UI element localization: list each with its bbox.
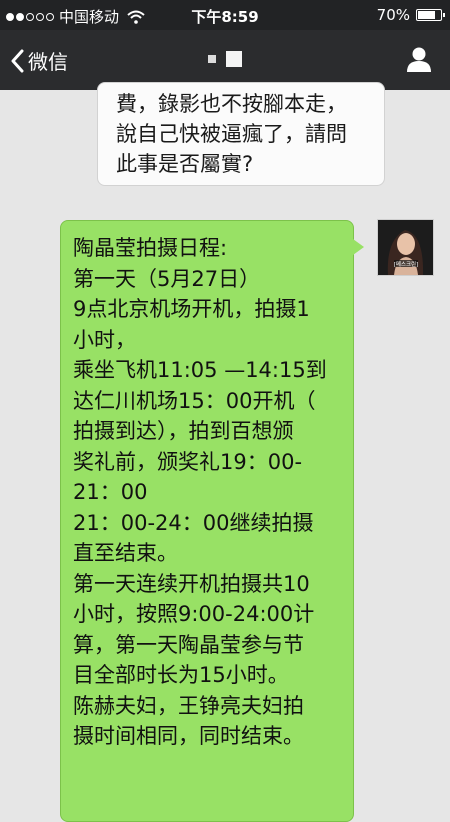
- outgoing-line: 小时，: [73, 327, 136, 352]
- outgoing-line: 达仁川机场15：00开机（: [73, 388, 316, 413]
- incoming-line: 此事是否屬實?: [116, 152, 254, 176]
- redacted-title-mask: [208, 51, 242, 67]
- outgoing-line: 陈赫夫妇，王铮亮夫妇拍: [73, 693, 304, 718]
- status-right: 70%: [376, 6, 445, 24]
- chat-title: [0, 48, 450, 67]
- incoming-message-bubble[interactable]: 費，錄影也不按腳本走， 說自己快被逼瘋了，請問 此事是否屬實?: [97, 82, 385, 186]
- avatar-photo: [메스크린]: [378, 220, 433, 275]
- avatar[interactable]: [메스크린]: [377, 219, 434, 276]
- outgoing-line: 第一天连续开机拍摄共10: [73, 571, 310, 596]
- outgoing-line: 9点北京机场开机，拍摄1: [73, 297, 310, 321]
- outgoing-message-bubble[interactable]: 陶晶莹拍摄日程: 第一天（5月27日） 9点北京机场开机，拍摄1 小时， 乘坐飞…: [60, 220, 364, 822]
- avatar-caption: [메스크린]: [394, 260, 419, 268]
- outgoing-line: 拍摄到达），拍到百想颁: [73, 419, 294, 443]
- outgoing-line: 乘坐飞机11:05 —14:15到: [73, 358, 327, 382]
- battery-icon: [416, 9, 445, 21]
- status-bar: 中国移动 下午8:59 70%: [0, 0, 450, 30]
- outgoing-line: 奖礼前，颁奖礼19：00-: [73, 449, 303, 474]
- outgoing-line: 21：00-24：00继续拍摄: [73, 510, 314, 535]
- outgoing-line: 小时，按照9:00-24:00计: [73, 602, 315, 626]
- outgoing-line: 目全部时长为15小时。: [73, 663, 289, 687]
- outgoing-line: 直至结束。: [73, 541, 178, 565]
- outgoing-line: 21：00: [73, 480, 148, 504]
- outgoing-line: 算，第一天陶晶莹参与节: [73, 632, 304, 657]
- incoming-line: 說自己快被逼瘋了，請問: [116, 122, 347, 146]
- battery-fill: [418, 11, 435, 19]
- outgoing-line: 陶晶莹拍摄日程:: [73, 236, 228, 260]
- nav-bar: 微信: [0, 30, 450, 90]
- incoming-line: 費，錄影也不按腳本走，: [116, 92, 347, 116]
- profile-icon[interactable]: [406, 46, 432, 72]
- chat-area[interactable]: 費，錄影也不按腳本走， 說自己快被逼瘋了，請問 此事是否屬實? 陶晶莹拍摄日程:…: [0, 82, 450, 822]
- outgoing-line: 摄时间相同，同时结束。: [73, 724, 304, 748]
- outgoing-line: 第一天（5月27日）: [73, 266, 261, 291]
- battery-percent: 70%: [376, 6, 410, 24]
